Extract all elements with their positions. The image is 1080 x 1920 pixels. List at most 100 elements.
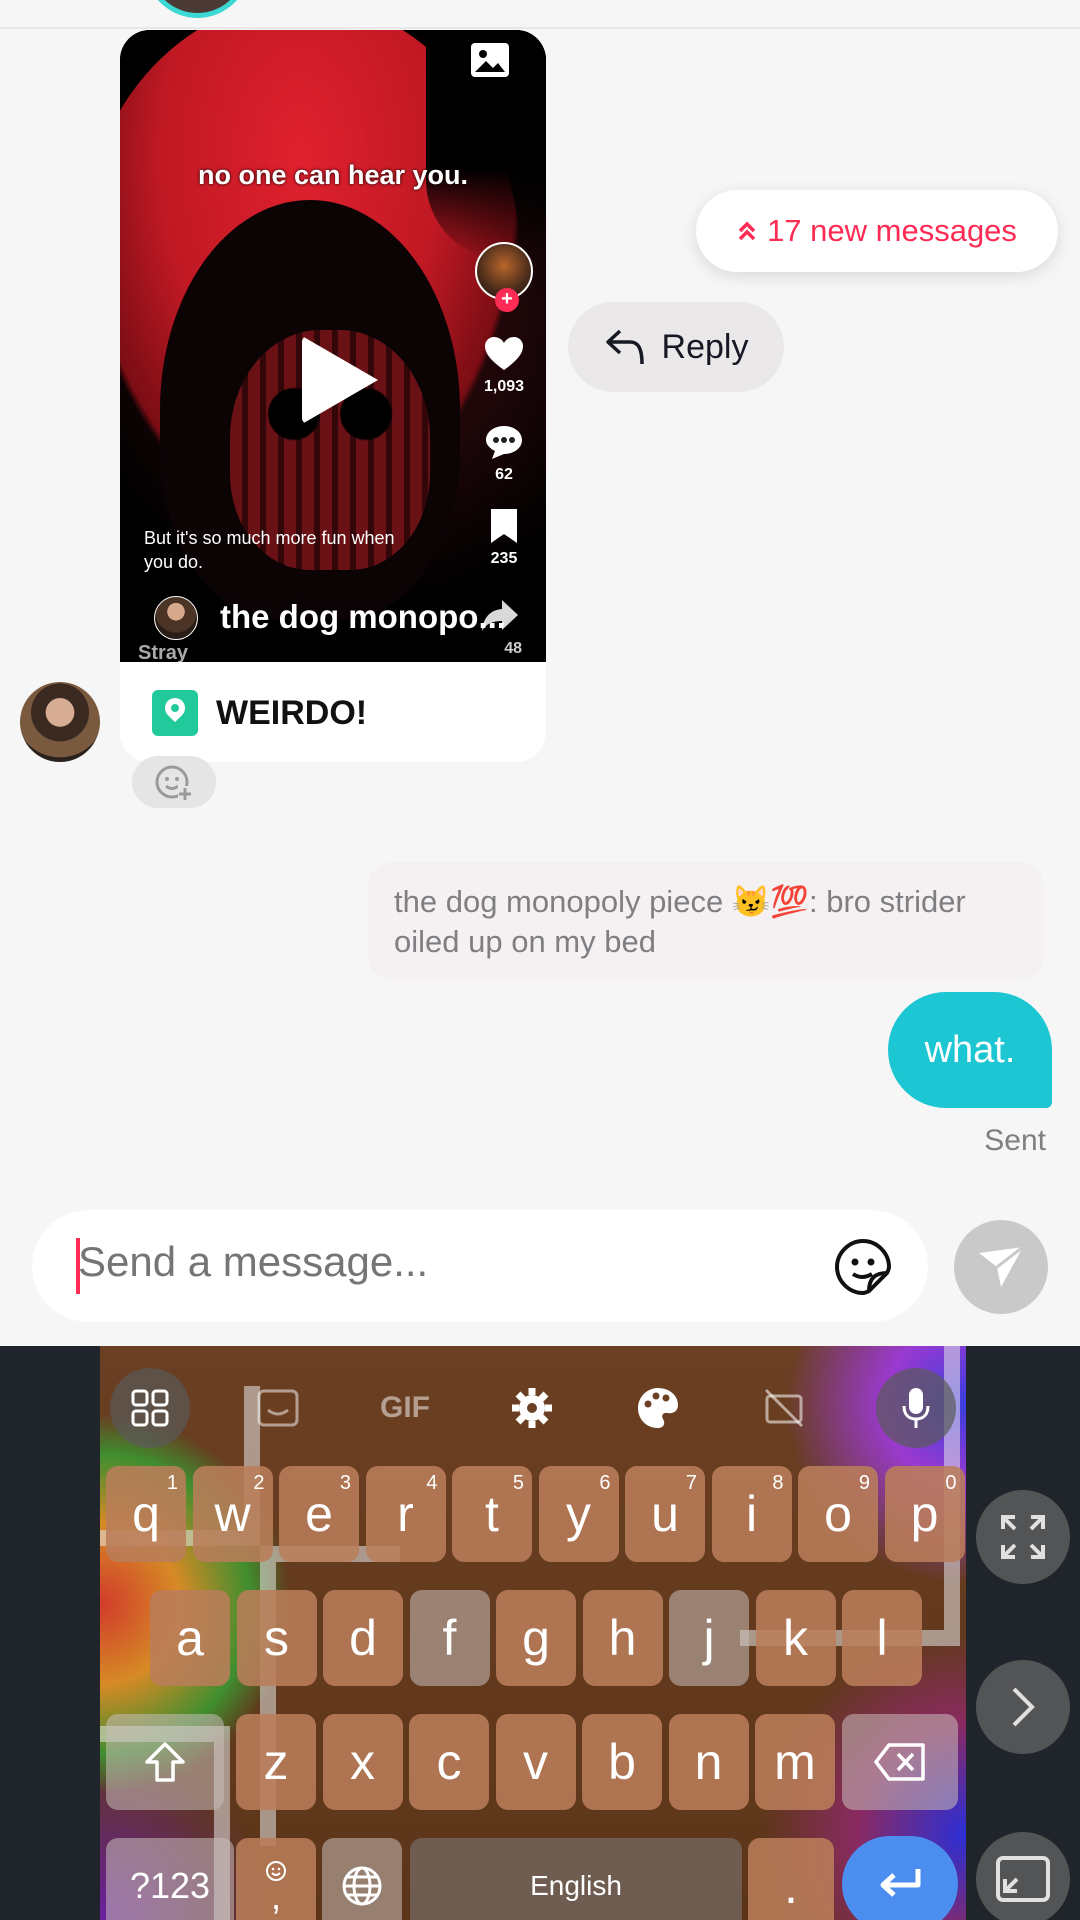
keyboard: GIF q1w2e3r4t5y6u7i8o9p0asdfghjklzxcvbnm… xyxy=(0,1346,1080,1920)
share-count: 48 xyxy=(504,640,522,657)
key-j[interactable]: j xyxy=(669,1590,749,1686)
sent-message-bubble[interactable]: what. xyxy=(888,992,1052,1108)
floating-keyboard-icon[interactable] xyxy=(976,1832,1070,1920)
bookmark-icon xyxy=(491,509,517,543)
microphone-icon[interactable] xyxy=(876,1368,956,1448)
backspace-key[interactable] xyxy=(842,1714,958,1810)
key-p[interactable]: p0 xyxy=(884,1466,965,1562)
enter-key[interactable] xyxy=(842,1836,958,1920)
image-icon xyxy=(471,43,509,77)
settings-gear-icon[interactable] xyxy=(492,1368,572,1448)
key-w[interactable]: w2 xyxy=(192,1466,273,1562)
key-u[interactable]: u7 xyxy=(625,1466,705,1562)
new-messages-button[interactable]: 17 new messages xyxy=(696,190,1058,272)
shift-key[interactable] xyxy=(106,1714,224,1810)
chat-area: no one can hear you. + 1,093 62 235 But … xyxy=(0,0,1080,1345)
music-title: the dog monopo... xyxy=(220,598,506,635)
header-divider xyxy=(0,27,1080,29)
symbols-key[interactable]: ?123 xyxy=(106,1838,234,1920)
key-label: o xyxy=(824,1486,852,1542)
key-hint-number: 8 xyxy=(772,1472,784,1494)
shift-arrow-icon xyxy=(145,1742,185,1782)
message-composer[interactable] xyxy=(32,1210,928,1322)
sender-avatar[interactable] xyxy=(20,682,100,762)
comment-count: 62 xyxy=(495,466,513,483)
send-button[interactable] xyxy=(954,1220,1048,1314)
key-hint-number: 9 xyxy=(858,1472,870,1494)
creator-avatar: + xyxy=(475,242,533,312)
sound-tag: Stray xyxy=(138,642,189,662)
message-status: Sent xyxy=(984,1124,1046,1157)
reply-arrow-icon xyxy=(605,329,644,365)
key-hint-number: 5 xyxy=(512,1472,524,1494)
key-hint-number: 6 xyxy=(599,1472,611,1494)
comment-icon xyxy=(486,426,522,459)
reply-button[interactable]: Reply xyxy=(568,302,784,392)
message-input[interactable] xyxy=(78,1238,778,1286)
sticker-board-icon[interactable] xyxy=(238,1368,318,1448)
key-b[interactable]: b xyxy=(582,1714,662,1810)
key-z[interactable]: z xyxy=(236,1714,316,1810)
shared-video-card[interactable]: no one can hear you. + 1,093 62 235 But … xyxy=(120,30,546,762)
globe-icon xyxy=(342,1866,382,1906)
video-action-rail: + 1,093 62 235 xyxy=(470,242,538,568)
chevron-right-icon[interactable] xyxy=(976,1660,1070,1754)
key-label: y xyxy=(566,1486,591,1542)
key-label: t xyxy=(485,1486,499,1542)
sticker-icon[interactable] xyxy=(834,1238,892,1296)
key-m[interactable]: m xyxy=(755,1714,835,1810)
key-d[interactable]: d xyxy=(323,1590,403,1686)
key-g[interactable]: g xyxy=(496,1590,576,1686)
key-hint-number: 7 xyxy=(685,1472,697,1494)
video-thumbnail[interactable]: no one can hear you. + 1,093 62 235 But … xyxy=(120,30,546,662)
key-hint-number: 2 xyxy=(253,1472,265,1494)
backspace-icon xyxy=(874,1743,925,1781)
period-key[interactable]: . xyxy=(748,1838,834,1920)
key-label: r xyxy=(397,1486,414,1542)
key-i[interactable]: i8 xyxy=(711,1466,792,1562)
play-icon[interactable] xyxy=(302,336,378,424)
key-o[interactable]: o9 xyxy=(798,1466,878,1562)
key-t[interactable]: t5 xyxy=(452,1466,532,1562)
key-label: w xyxy=(214,1486,251,1542)
key-label: q xyxy=(132,1486,160,1542)
screen-off-icon[interactable] xyxy=(744,1368,824,1448)
space-bar[interactable]: English xyxy=(410,1838,742,1920)
key-h[interactable]: h xyxy=(582,1590,663,1686)
apps-grid-icon[interactable] xyxy=(110,1368,190,1448)
send-arrow-icon xyxy=(979,1245,1024,1287)
video-description: But it's so much more fun when you do. xyxy=(144,528,395,572)
key-n[interactable]: n xyxy=(668,1714,749,1810)
reply-label: Reply xyxy=(661,327,749,366)
key-l[interactable]: l xyxy=(842,1590,922,1686)
key-label: e xyxy=(305,1486,333,1542)
key-x[interactable]: x xyxy=(322,1714,403,1810)
key-c[interactable]: c xyxy=(409,1714,489,1810)
double-chevron-up-icon xyxy=(738,221,756,241)
comma-key[interactable]: , xyxy=(236,1838,316,1920)
like-count: 1,093 xyxy=(483,378,525,395)
key-k[interactable]: k xyxy=(755,1590,836,1686)
fullscreen-expand-icon[interactable] xyxy=(976,1490,1070,1584)
key-r[interactable]: r4 xyxy=(365,1466,446,1562)
key-f[interactable]: f xyxy=(409,1590,490,1686)
story-avatar-ring[interactable] xyxy=(145,0,250,18)
save-count: 235 xyxy=(490,550,518,567)
location-pin-icon xyxy=(152,690,198,736)
key-label: i xyxy=(745,1486,758,1542)
add-reaction-button[interactable] xyxy=(132,756,216,808)
key-q[interactable]: q1 xyxy=(106,1466,186,1562)
key-s[interactable]: s xyxy=(236,1590,317,1686)
key-label: p xyxy=(910,1486,939,1542)
share-icon xyxy=(482,600,518,631)
quoted-message[interactable]: the dog monopoly piece 😼💯: bro strider o… xyxy=(368,862,1044,980)
theme-palette-icon[interactable] xyxy=(618,1368,698,1448)
key-a[interactable]: a xyxy=(150,1590,230,1686)
add-reaction-icon xyxy=(155,765,192,800)
key-y[interactable]: y6 xyxy=(538,1466,619,1562)
heart-icon xyxy=(485,337,523,370)
language-switch-key[interactable] xyxy=(322,1838,402,1920)
key-e[interactable]: e3 xyxy=(279,1466,359,1562)
key-v[interactable]: v xyxy=(495,1714,576,1810)
gif-button[interactable]: GIF xyxy=(365,1368,445,1448)
